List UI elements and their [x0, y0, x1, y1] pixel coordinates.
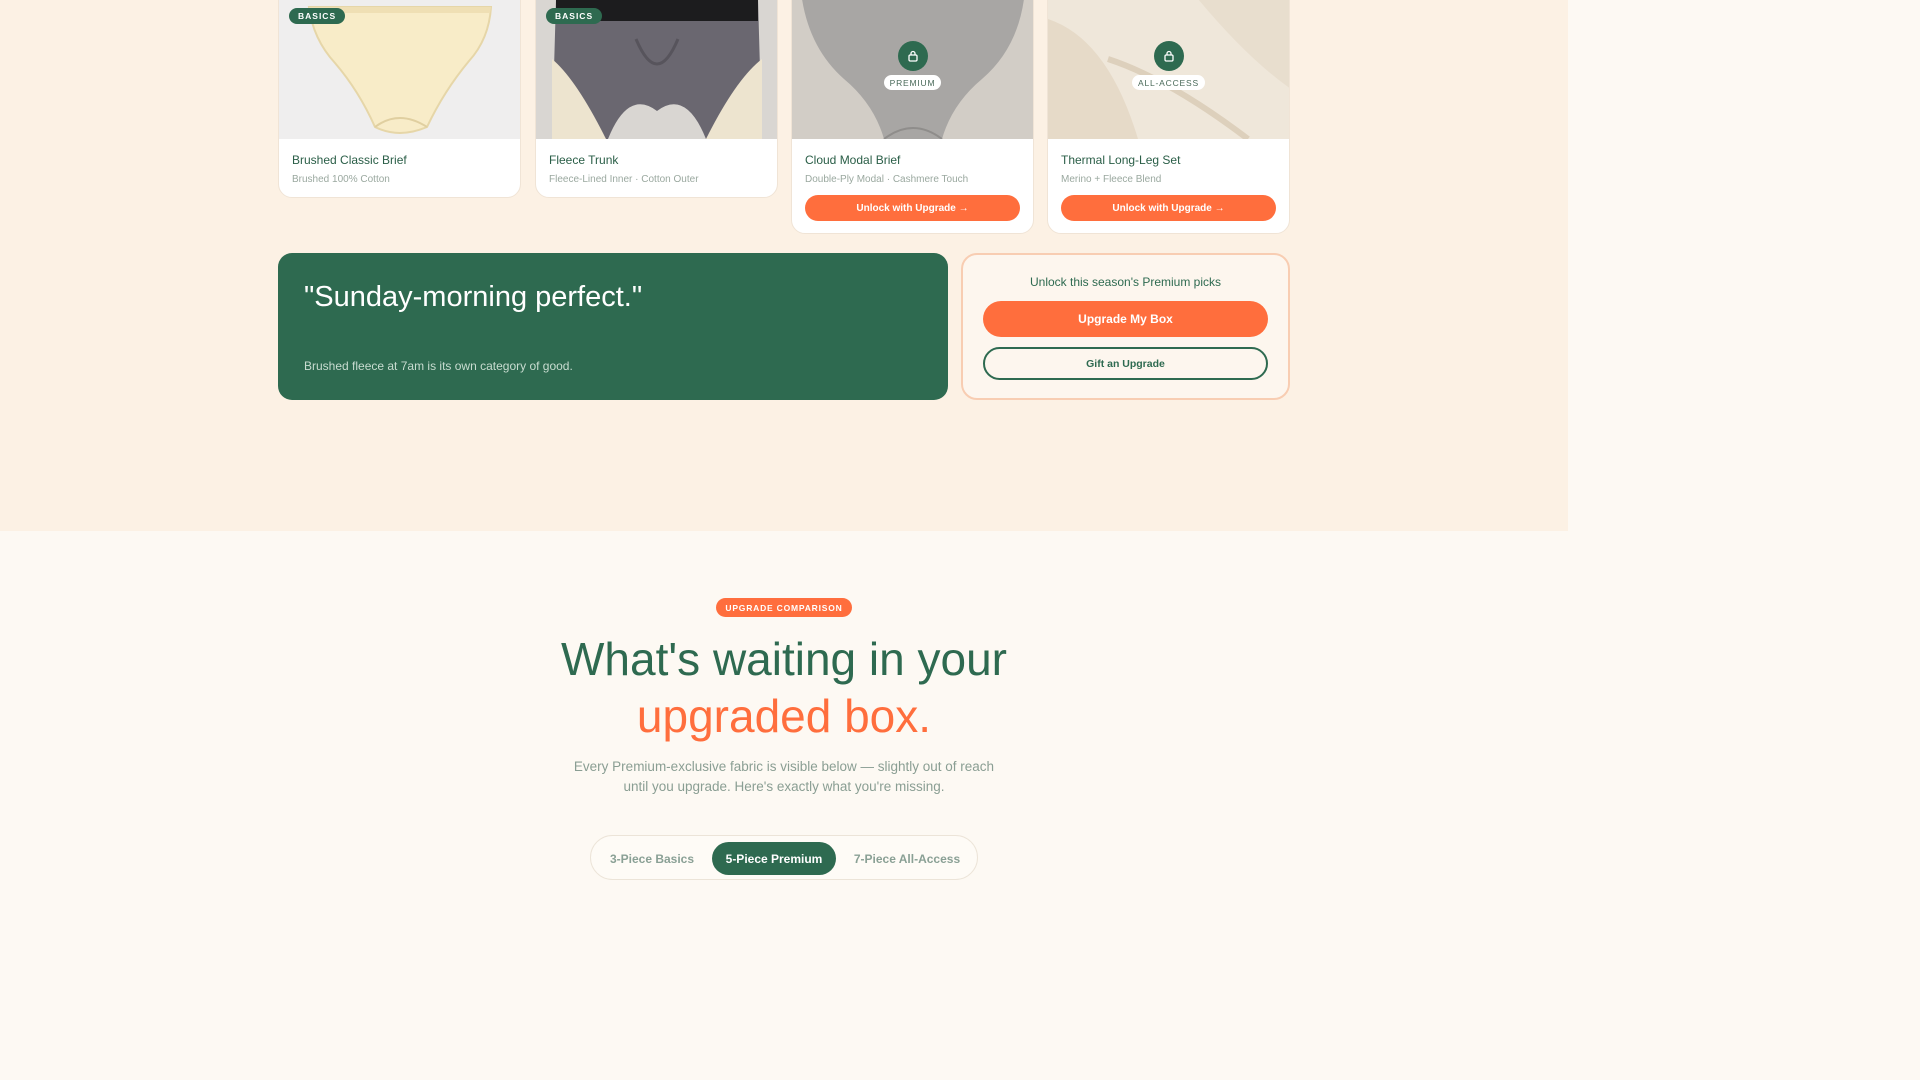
tab-3-piece-basics[interactable]: 3-Piece Basics — [597, 842, 707, 875]
quote-text: "Sunday-morning perfect." — [304, 281, 643, 313]
product-title: Thermal Long-Leg Set — [1061, 153, 1181, 167]
unlock-with-upgrade-button[interactable]: Unlock with Upgrade → — [805, 195, 1020, 221]
gift-an-upgrade-button[interactable]: Gift an Upgrade — [983, 347, 1268, 380]
product-title: Fleece Trunk — [549, 153, 619, 167]
product-subtitle: Brushed 100% Cotton — [292, 174, 390, 185]
basics-tag: BASICS — [546, 8, 603, 24]
cta-title: Unlock this season's Premium picks — [1029, 275, 1222, 289]
product-card[interactable]: BASICS Fleece Trunk Fleece-Lined Inner ·… — [535, 0, 778, 198]
product-title: Cloud Modal Brief — [805, 153, 901, 167]
upgrade-cta-panel: Unlock this season's Premium picks Upgra… — [961, 253, 1290, 400]
upgrade-my-box-button[interactable]: Upgrade My Box — [983, 301, 1268, 337]
tab-7-piece-all-access[interactable]: 7-Piece All-Access — [842, 842, 972, 875]
unlock-with-upgrade-button[interactable]: Unlock with Upgrade → — [1061, 195, 1276, 221]
lock-icon — [897, 41, 928, 71]
product-image: BASICS — [279, 0, 520, 139]
section-description: until you upgrade. Here's exactly what y… — [623, 779, 945, 794]
tab-5-piece-premium[interactable]: 5-Piece Premium — [712, 842, 836, 875]
plan-tab-switcher: 3-Piece Basics 5-Piece Premium 7-Piece A… — [590, 835, 978, 880]
section-headline: What's waiting in your — [561, 633, 1007, 685]
product-title: Brushed Classic Brief — [292, 153, 407, 167]
product-subtitle: Merino + Fleece Blend — [1061, 174, 1162, 185]
premium-lock-label: PREMIUM — [883, 75, 942, 90]
product-card-locked[interactable]: PREMIUM Cloud Modal Brief Double-Ply Mod… — [791, 0, 1034, 234]
product-grid-section: BASICS Brushed Classic Brief Brushed 100… — [0, 0, 1568, 531]
all-access-lock-label: ALL-ACCESS — [1132, 75, 1205, 90]
quote-subtext: Brushed fleece at 7am is its own categor… — [304, 359, 573, 373]
product-subtitle: Fleece-Lined Inner · Cotton Outer — [549, 174, 699, 185]
product-card[interactable]: BASICS Brushed Classic Brief Brushed 100… — [278, 0, 521, 198]
section-headline-accent: upgraded box. — [636, 690, 932, 742]
lock-icon — [1153, 41, 1184, 71]
basics-tag: BASICS — [289, 8, 346, 24]
section-description: Every Premium-exclusive fabric is visibl… — [573, 759, 995, 774]
product-card-locked[interactable]: ALL-ACCESS Thermal Long-Leg Set Merino +… — [1047, 0, 1290, 234]
product-image: BASICS — [536, 0, 777, 139]
testimonial-quote: "Sunday-morning perfect." Brushed fleece… — [278, 253, 948, 400]
upgrade-comparison-badge: UPGRADE COMPARISON — [716, 598, 852, 617]
product-image: PREMIUM — [792, 0, 1033, 139]
product-subtitle: Double-Ply Modal · Cashmere Touch — [805, 174, 969, 185]
product-image: ALL-ACCESS — [1048, 0, 1289, 139]
